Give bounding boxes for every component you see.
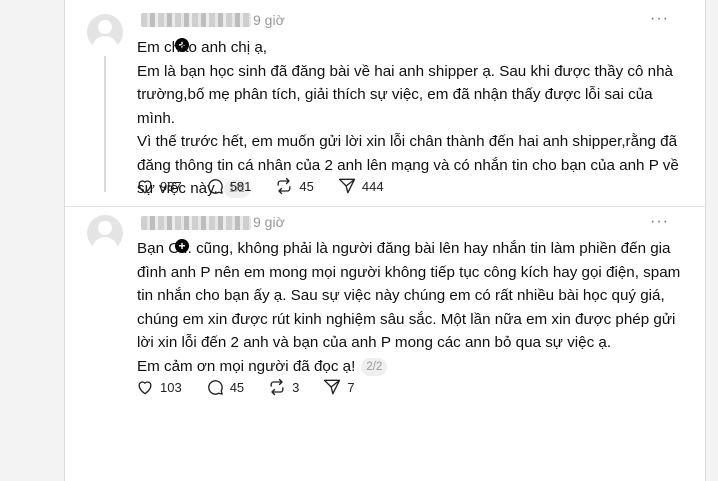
share-count: 444 [361,178,384,194]
repost-button[interactable]: 45 [274,176,314,196]
avatar-head [98,20,112,34]
post-paragraph: Bạn C... cũng, không phải là người đăng … [137,240,681,351]
repost-count: 45 [299,178,314,194]
send-icon [338,178,356,194]
post-time: 9 giờ [253,214,285,230]
repost-icon [270,378,284,396]
repost-button[interactable]: 3 [267,377,299,397]
comment-count: 581 [229,178,252,194]
like-count: 103 [160,379,182,395]
avatar-shoulders [92,36,118,50]
thread-card: + 9 giờ ··· Em chào anh chị ạ, Em là bạn… [64,0,706,481]
more-options-icon[interactable]: ··· [650,10,669,28]
like-button[interactable]: 103 [135,377,182,397]
share-button[interactable]: 7 [322,377,355,397]
comment-icon [207,179,223,194]
share-button[interactable]: 444 [337,176,384,196]
share-count: 7 [347,379,355,395]
avatar-head [98,221,112,235]
repost-icon [277,177,291,195]
send-icon [324,379,341,395]
post-paragraph: Em là bạn học sinh đã đăng bài về hai an… [137,62,674,127]
avatar[interactable] [87,14,123,50]
avatar-shoulders [92,237,118,251]
avatar[interactable] [87,215,123,251]
comment-count: 45 [229,379,245,395]
page-indicator: 2/2 [361,357,388,376]
post-paragraph-text: Em cảm ơn mọi người đã đọc ạ! [137,357,356,375]
comment-icon [207,380,223,395]
like-count: 987 [160,178,182,194]
post-time: 9 giờ [253,12,285,28]
post-paragraph: Em chào anh chị ạ, [137,39,268,56]
thread-post-1: + 9 giờ ··· Em chào anh chị ạ, Em là bạn… [65,0,705,207]
thread-line [104,56,106,192]
comment-button[interactable]: 581 [205,176,252,196]
post-content: Bạn C... cũng, không phải là người đăng … [137,237,693,378]
heart-icon [138,381,152,395]
more-options-icon[interactable]: ··· [650,213,669,231]
heart-icon [138,180,152,194]
username-blurred[interactable] [141,216,251,230]
comment-button[interactable]: 45 [205,377,244,397]
post-paragraph: Em cảm ơn mọi người đã đọc ạ! 2/2 [137,355,693,379]
repost-count: 3 [292,379,300,395]
like-button[interactable]: 987 [135,176,182,196]
username-blurred[interactable] [141,13,251,27]
post-actions: 987 581 45 444 [135,175,407,197]
thread-post-2: + 9 giờ ··· Bạn C... cũng, không phải là… [65,207,705,407]
post-actions: 103 45 3 7 [135,376,378,398]
